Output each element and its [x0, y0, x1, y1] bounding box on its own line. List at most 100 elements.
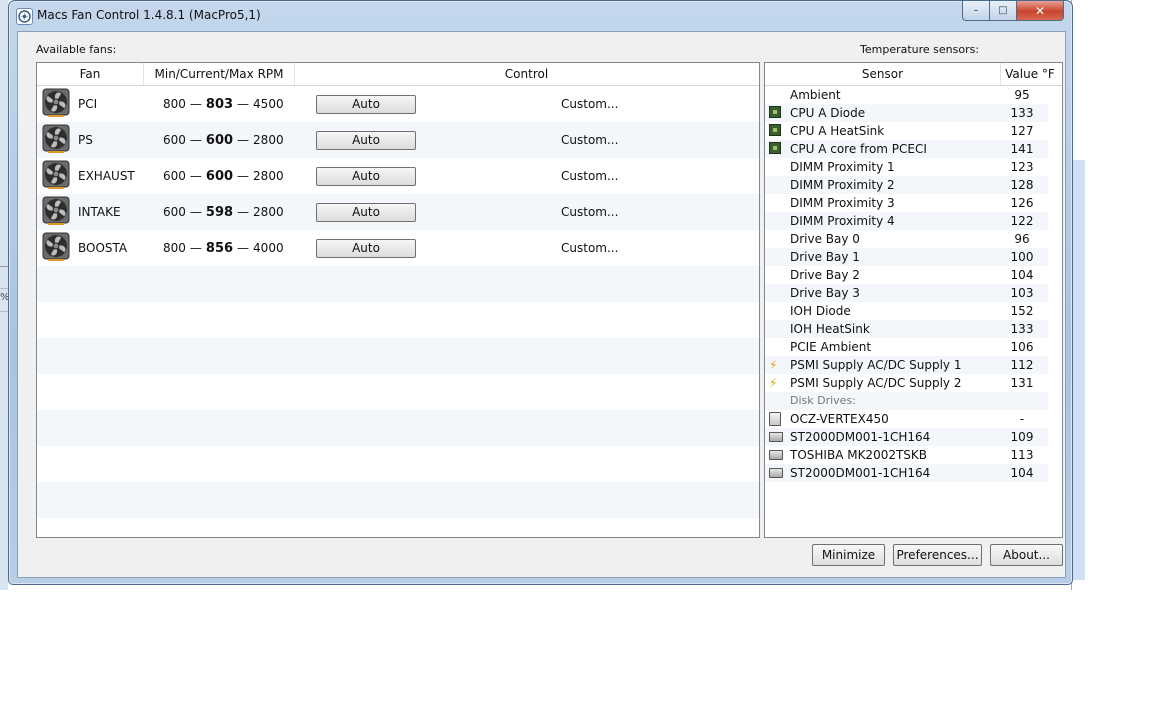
fan-name: PCI [78, 97, 98, 111]
column-header-fan[interactable]: Fan [37, 63, 144, 85]
desktop-background-right [1071, 0, 1085, 590]
fan-name: PS [78, 133, 93, 147]
sensor-row[interactable]: Drive Bay 3 103 [765, 284, 1048, 302]
sensor-row[interactable]: DIMM Proximity 4 122 [765, 212, 1048, 230]
fans-table-header: Fan Min/Current/Max RPM Control [37, 63, 759, 86]
sensor-row[interactable]: DIMM Proximity 3 126 [765, 194, 1048, 212]
sensor-row[interactable]: DIMM Proximity 1 123 [765, 158, 1048, 176]
sensor-row[interactable]: ⚡ PSMI Supply AC/DC Supply 1 112 [765, 356, 1048, 374]
sensor-value: 113 [1010, 448, 1034, 462]
minimize-button[interactable]: Minimize [812, 544, 885, 566]
sensor-name: PSMI Supply AC/DC Supply 2 [790, 376, 962, 390]
rpm-separator: — [237, 133, 250, 147]
sensor-value: 141 [1010, 142, 1034, 156]
sensor-value: 96 [1014, 232, 1030, 246]
available-fans-label: Available fans: [36, 43, 117, 56]
sensor-row[interactable]: Drive Bay 1 100 [765, 248, 1048, 266]
hdd-icon [769, 448, 783, 462]
sensor-name: Drive Bay 2 [790, 268, 860, 282]
app-window: Macs Fan Control 1.4.8.1 (MacPro5,1) – □… [8, 0, 1073, 585]
close-window-button[interactable]: ✕ [1017, 1, 1064, 21]
sensor-row[interactable]: IOH Diode 152 [765, 302, 1048, 320]
bolt-icon: ⚡ [769, 358, 778, 372]
sensor-row[interactable]: Ambient 95 [765, 86, 1048, 104]
sensor-row[interactable]: ST2000DM001-1CH164 104 [765, 464, 1048, 482]
fan-current-rpm: 600 [205, 133, 234, 148]
sensor-row[interactable]: CPU A Diode 133 [765, 104, 1048, 122]
sensor-row[interactable]: OCZ-VERTEX450 - [765, 410, 1048, 428]
sensor-row[interactable]: CPU A HeatSink 127 [765, 122, 1048, 140]
auto-button[interactable]: Auto [316, 239, 416, 258]
hdd-icon [769, 466, 783, 480]
fan-row[interactable]: INTAKE 600—598—2800 Auto Custom... [37, 194, 759, 230]
sensor-value: 123 [1010, 160, 1034, 174]
rpm-separator: — [189, 97, 202, 111]
fan-max-rpm: 2800 [253, 169, 284, 183]
bolt-icon: ⚡ [769, 376, 778, 390]
fan-min-rpm: 600 [163, 169, 186, 183]
fan-max-rpm: 2800 [253, 133, 284, 147]
maximize-window-button[interactable]: □ [990, 1, 1017, 21]
sensor-row[interactable]: IOH HeatSink 133 [765, 320, 1048, 338]
title-bar[interactable]: Macs Fan Control 1.4.8.1 (MacPro5,1) – □… [9, 1, 1072, 31]
fan-icon [42, 196, 70, 226]
auto-button[interactable]: Auto [316, 95, 416, 114]
column-header-control[interactable]: Control [295, 63, 758, 85]
auto-button[interactable]: Auto [316, 131, 416, 150]
sensor-value: 103 [1010, 286, 1034, 300]
sensor-name: IOH Diode [790, 304, 851, 318]
fan-current-rpm: 600 [205, 169, 234, 184]
sensor-name: Ambient [790, 88, 841, 102]
custom-button[interactable]: Custom... [561, 86, 618, 122]
desktop-background-left: % [0, 0, 10, 590]
sensor-row[interactable]: ST2000DM001-1CH164 109 [765, 428, 1048, 446]
sensor-value: 133 [1010, 106, 1034, 120]
column-header-sensor[interactable]: Sensor [765, 63, 1001, 85]
custom-button[interactable]: Custom... [561, 122, 618, 158]
fan-name: BOOSTA [78, 241, 128, 255]
disk-drives-group-header: Disk Drives: [765, 392, 1048, 410]
column-header-rpm[interactable]: Min/Current/Max RPM [144, 63, 295, 85]
empty-row [37, 482, 759, 518]
sensor-row[interactable]: PCIE Ambient 106 [765, 338, 1048, 356]
group-label: Disk Drives: [790, 394, 856, 407]
fans-table: Fan Min/Current/Max RPM Control PCI 800—8… [36, 62, 760, 538]
sensor-name: Drive Bay 3 [790, 286, 860, 300]
sensor-row[interactable]: TOSHIBA MK2002TSKB 113 [765, 446, 1048, 464]
window-controls: – □ ✕ [962, 1, 1064, 21]
sensor-value: 131 [1010, 376, 1034, 390]
sensor-value: - [1019, 412, 1025, 426]
column-header-value[interactable]: Value °F [1001, 63, 1059, 85]
fan-icon [42, 160, 70, 190]
about-button[interactable]: About... [990, 544, 1063, 566]
sensor-name: CPU A core from PCECI [790, 142, 927, 156]
preferences-button[interactable]: Preferences... [893, 544, 982, 566]
minimize-window-button[interactable]: – [962, 1, 990, 21]
fan-name: INTAKE [78, 205, 121, 219]
sensor-row[interactable]: DIMM Proximity 2 128 [765, 176, 1048, 194]
sensor-value: 128 [1010, 178, 1034, 192]
rpm-separator: — [237, 169, 250, 183]
sensor-value: 104 [1010, 466, 1034, 480]
sensor-name: DIMM Proximity 3 [790, 196, 895, 210]
sensor-row[interactable]: CPU A core from PCECI 141 [765, 140, 1048, 158]
auto-button[interactable]: Auto [316, 203, 416, 222]
fan-row[interactable]: PCI 800—803—4500 Auto Custom... [37, 86, 759, 122]
sensor-row[interactable]: Drive Bay 2 104 [765, 266, 1048, 284]
fan-app-icon[interactable] [16, 8, 33, 25]
fan-min-rpm: 600 [163, 205, 186, 219]
fan-row[interactable]: BOOSTA 800—856—4000 Auto Custom... [37, 230, 759, 266]
sensor-name: IOH HeatSink [790, 322, 870, 336]
close-icon: ✕ [1034, 3, 1046, 18]
sensor-row[interactable]: ⚡ PSMI Supply AC/DC Supply 2 131 [765, 374, 1048, 392]
sensor-name: DIMM Proximity 4 [790, 214, 895, 228]
rpm-separator: — [237, 241, 250, 255]
custom-button[interactable]: Custom... [561, 194, 618, 230]
fan-row[interactable]: EXHAUST 600—600—2800 Auto Custom... [37, 158, 759, 194]
custom-button[interactable]: Custom... [561, 158, 618, 194]
fan-row[interactable]: PS 600—600—2800 Auto Custom... [37, 122, 759, 158]
custom-button[interactable]: Custom... [561, 230, 618, 266]
auto-button[interactable]: Auto [316, 167, 416, 186]
empty-row [37, 266, 759, 302]
sensor-row[interactable]: Drive Bay 0 96 [765, 230, 1048, 248]
